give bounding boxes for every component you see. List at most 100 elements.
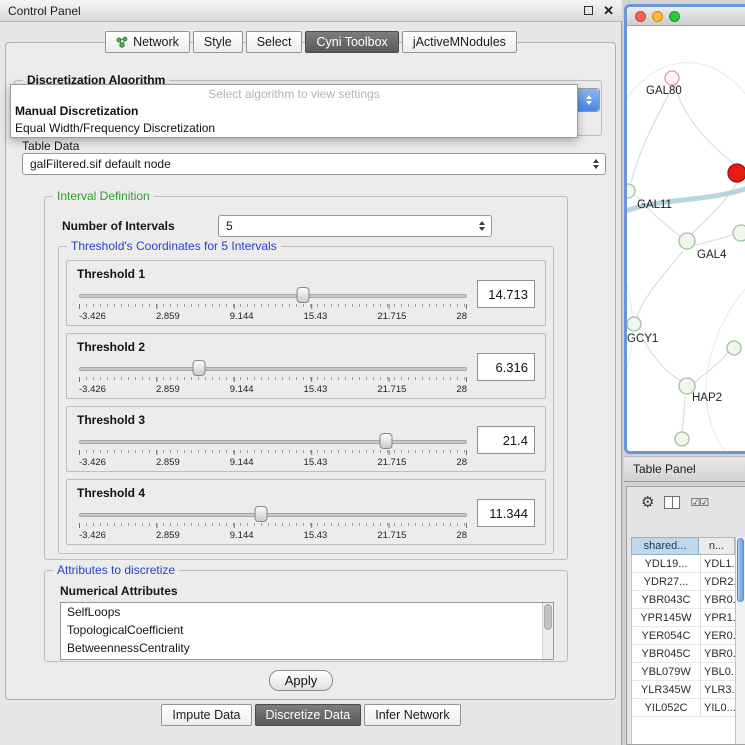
cell-name: YDL1...	[700, 555, 735, 572]
slider-thumb[interactable]	[379, 433, 392, 449]
algorithm-popup-placeholder: Select algorithm to view settings	[11, 85, 577, 103]
table-row[interactable]: YER054CYER0...	[632, 627, 735, 645]
tab-jactivemnodules[interactable]: jActiveMNodules	[402, 31, 517, 53]
table-row[interactable]: YBR043CYBR0...	[632, 591, 735, 609]
table-row[interactable]: YBR045CYBR0...	[632, 645, 735, 663]
apply-button[interactable]: Apply	[269, 670, 333, 691]
tab-cyni-toolbox-label: Cyni Toolbox	[316, 32, 387, 52]
table-row[interactable]: YIL052CYIL0...	[632, 699, 735, 717]
attribute-list-item[interactable]: BetweennessCentrality	[61, 639, 553, 657]
tick-label: 21.715	[377, 384, 406, 395]
attribute-list-item[interactable]: TopologicalCoefficient	[61, 621, 553, 639]
table-scrollbar-thumb[interactable]	[737, 538, 744, 602]
slider-thumb[interactable]	[296, 287, 309, 303]
table-data-combobox[interactable]: galFiltered.sif default node	[22, 153, 606, 175]
threshold-slider[interactable]: -3.4262.8599.14415.4321.71528	[79, 358, 467, 398]
slider-track[interactable]	[79, 440, 467, 444]
tab-discretize-data[interactable]: Discretize Data	[255, 704, 362, 726]
table-header-row: shared... n...	[631, 537, 735, 555]
tick-label: 9.144	[230, 457, 254, 468]
tick-label: -3.426	[79, 311, 106, 322]
node-label: GAL80	[646, 85, 682, 97]
slider-thumb[interactable]	[255, 506, 268, 522]
select-columns-checkboxes-icon[interactable]: ☑☑	[690, 496, 708, 509]
network-node[interactable]	[679, 233, 695, 249]
network-node[interactable]	[665, 71, 679, 85]
slider-track[interactable]	[79, 513, 467, 517]
algorithm-dropdown-popup: Select algorithm to view settings Manual…	[10, 84, 578, 138]
cell-name: YBL0...	[700, 663, 735, 680]
cell-name: YIL0...	[700, 699, 735, 716]
slider-track[interactable]	[79, 367, 467, 371]
cell-shared-name: YIL052C	[632, 699, 700, 716]
algorithm-option-equal-width[interactable]: Equal Width/Frequency Discretization	[11, 120, 577, 137]
threshold-box: Threshold 1 -3.4262.8599.14415.4321.71528…	[66, 260, 546, 326]
network-node[interactable]	[733, 225, 745, 241]
threshold-value-field[interactable]: 21.4	[477, 426, 535, 454]
close-traffic-light-icon[interactable]	[635, 11, 646, 22]
column-header-name[interactable]: n...	[699, 537, 735, 555]
tick-label: 15.43	[304, 457, 328, 468]
table-data-stepper-icon[interactable]	[587, 159, 605, 169]
threshold-slider[interactable]: -3.4262.8599.14415.4321.71528	[79, 285, 467, 325]
slider-tick-labels: -3.4262.8599.14415.4321.71528	[79, 384, 467, 395]
attribute-list-item[interactable]: SelfLoops	[61, 603, 553, 621]
table-row[interactable]: YLR345WYLR3...	[632, 681, 735, 699]
tab-style[interactable]: Style	[193, 31, 243, 53]
threshold-slider[interactable]: -3.4262.8599.14415.4321.71528	[79, 504, 467, 544]
close-icon[interactable]: ✕	[603, 5, 614, 17]
attributes-scrollbar-thumb[interactable]	[544, 604, 552, 630]
control-panel-tabbar: Network Style Select Cyni Toolbox jActiv…	[0, 31, 622, 53]
threshold-value-field[interactable]: 11.344	[477, 499, 535, 527]
tab-impute-data[interactable]: Impute Data	[161, 704, 251, 726]
column-header-shared-name[interactable]: shared...	[631, 537, 699, 555]
number-of-intervals-label: Number of Intervals	[62, 219, 175, 233]
number-of-intervals-stepper-icon[interactable]	[473, 221, 491, 231]
table-row[interactable]: YDL19...YDL1...	[632, 555, 735, 573]
slider-track[interactable]	[79, 294, 467, 298]
tab-select[interactable]: Select	[246, 31, 303, 53]
network-canvas[interactable]: GAL80GAL11GAL4GCY1HAP2	[627, 27, 745, 451]
tick-label: 2.859	[156, 384, 180, 395]
network-node[interactable]	[727, 341, 741, 355]
threshold-value-field[interactable]: 14.713	[477, 280, 535, 308]
threshold-label: Threshold 4	[77, 486, 145, 500]
zoom-traffic-light-icon[interactable]	[669, 11, 680, 22]
minimize-traffic-light-icon[interactable]	[652, 11, 663, 22]
float-window-icon[interactable]	[584, 6, 593, 15]
tab-network-label: Network	[133, 32, 179, 52]
tab-impute-data-label: Impute Data	[172, 705, 240, 725]
network-node[interactable]	[728, 164, 745, 182]
node-label: GCY1	[627, 333, 658, 345]
threshold-label: Threshold 3	[77, 413, 145, 427]
table-row[interactable]: YBL079WYBL0...	[632, 663, 735, 681]
table-panel-header[interactable]: Table Panel	[624, 456, 745, 482]
slider-thumb[interactable]	[193, 360, 206, 376]
algorithm-option-manual[interactable]: Manual Discretization	[11, 103, 577, 120]
attribute-items: SelfLoopsTopologicalCoefficientBetweenne…	[61, 603, 553, 657]
tab-infer-network[interactable]: Infer Network	[364, 704, 460, 726]
combobox-stepper-icon[interactable]	[577, 89, 599, 111]
gear-icon[interactable]: ⚙	[641, 495, 654, 510]
columns-icon[interactable]	[664, 496, 680, 509]
attributes-scrollbar[interactable]	[542, 603, 553, 659]
table-panel-title: Table Panel	[633, 462, 696, 476]
table-data-label: Table Data	[22, 139, 79, 153]
network-node[interactable]	[627, 184, 635, 198]
network-node[interactable]	[627, 317, 641, 331]
control-panel-window: Control Panel ✕ Network St	[0, 0, 622, 745]
table-scrollbar[interactable]	[735, 537, 745, 744]
threshold-box: Threshold 3-3.4262.8599.14415.4321.71528…	[66, 406, 546, 472]
table-row[interactable]: YDR27...YDR2...	[632, 573, 735, 591]
numerical-attributes-list[interactable]: SelfLoopsTopologicalCoefficientBetweenne…	[60, 602, 554, 660]
network-node[interactable]	[675, 432, 689, 446]
attributes-group-title: Attributes to discretize	[53, 563, 179, 577]
tab-network[interactable]: Network	[105, 31, 190, 53]
number-of-intervals-combobox[interactable]: 5	[218, 215, 492, 237]
tab-cyni-toolbox[interactable]: Cyni Toolbox	[305, 31, 398, 53]
tick-label: 9.144	[230, 311, 254, 322]
table-row[interactable]: YPR145WYPR1...	[632, 609, 735, 627]
threshold-label: Threshold 1	[77, 267, 145, 281]
threshold-value-field[interactable]: 6.316	[477, 353, 535, 381]
threshold-slider[interactable]: -3.4262.8599.14415.4321.71528	[79, 431, 467, 471]
